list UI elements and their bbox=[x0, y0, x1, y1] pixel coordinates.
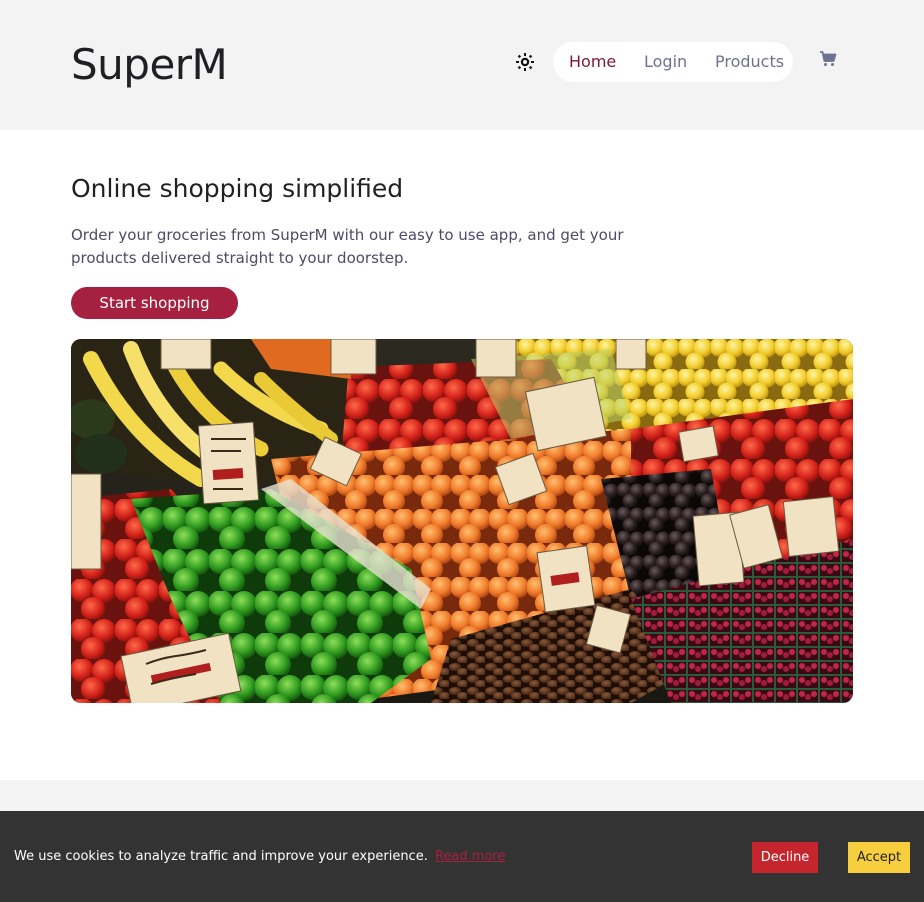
nav-products-link[interactable]: Products bbox=[715, 53, 784, 71]
sun-icon bbox=[516, 53, 534, 71]
main-nav: Home Login Products bbox=[553, 42, 793, 82]
hero-description: Order your groceries from SuperM with ou… bbox=[71, 226, 624, 267]
site-logo[interactable]: SuperM bbox=[71, 40, 228, 90]
accept-button[interactable]: Accept bbox=[848, 842, 910, 873]
hero-image bbox=[71, 339, 853, 703]
cart-icon bbox=[820, 51, 837, 66]
nav-home-link[interactable]: Home bbox=[569, 53, 616, 71]
cart-button[interactable] bbox=[819, 50, 839, 70]
decline-button[interactable]: Decline bbox=[752, 842, 818, 873]
theme-toggle-button[interactable] bbox=[513, 50, 537, 74]
footer bbox=[0, 780, 924, 811]
produce-market-photo bbox=[71, 339, 853, 703]
read-more-link[interactable]: Read more bbox=[435, 849, 505, 864]
nav-login-link[interactable]: Login bbox=[644, 53, 687, 71]
cookie-banner: We use cookies to analyze traffic and im… bbox=[0, 811, 924, 902]
cookie-message: We use cookies to analyze traffic and im… bbox=[14, 849, 505, 865]
site-header: SuperM Home Login Products bbox=[0, 0, 924, 130]
cookie-text: We use cookies to analyze traffic and im… bbox=[14, 849, 428, 864]
start-shopping-button[interactable]: Start shopping bbox=[71, 287, 238, 319]
hero-title: Online shopping simplified bbox=[71, 174, 404, 203]
